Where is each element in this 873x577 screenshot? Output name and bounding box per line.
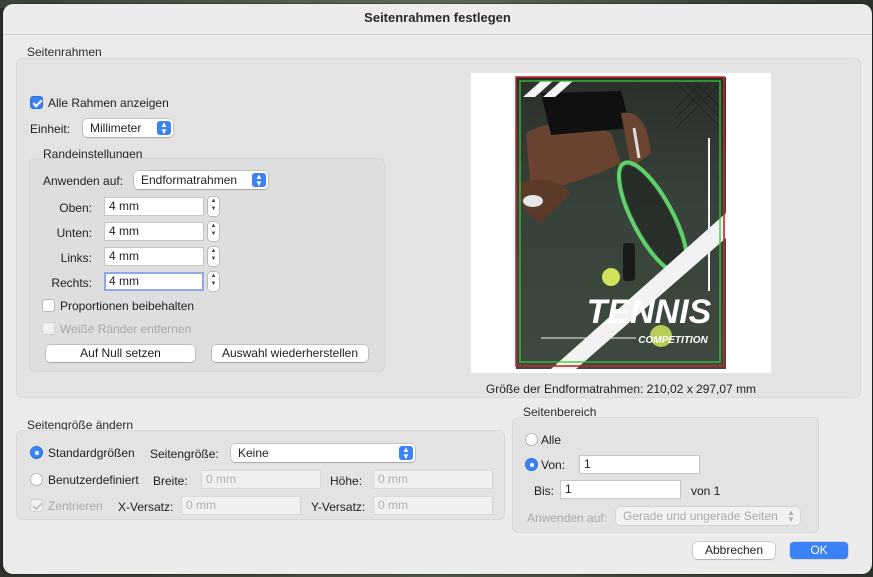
cancel-button[interactable]: Abbrechen <box>693 542 775 559</box>
ok-button[interactable]: OK <box>790 542 848 559</box>
show-all-frames-label[interactable]: Alle Rahmen anzeigen <box>48 96 169 110</box>
from-label[interactable]: Von: <box>541 458 565 472</box>
remove-white-margins-label: Weiße Ränder entfernen <box>60 322 192 336</box>
popup-arrows-icon: ▲ ▼ <box>787 508 795 524</box>
left-margin-label: Links: <box>60 251 92 265</box>
range-apply-label: Anwenden auf: <box>527 511 608 525</box>
width-label: Breite: <box>153 474 188 488</box>
dialog-window: Seitenrahmen festlegen Seitenrahmen Alle… <box>3 4 872 574</box>
left-margin-input[interactable]: 4 mm <box>104 247 204 266</box>
y-offset-input[interactable]: 0 mm <box>373 496 493 515</box>
left-margin-stepper[interactable]: ▲ ▼ <box>208 247 219 266</box>
popup-arrows-icon: ▲ ▼ <box>157 121 171 136</box>
height-input[interactable]: 0 mm <box>373 470 493 489</box>
range-apply-popup[interactable]: Gerade und ungerade Seiten ▲ ▼ <box>616 507 800 525</box>
height-label: Höhe: <box>330 474 363 488</box>
top-margin-input[interactable]: 4 mm <box>104 197 204 216</box>
poster-title-text: TENNIS <box>587 293 712 331</box>
restore-selection-button[interactable]: Auswahl wiederherstellen <box>212 345 368 362</box>
right-margin-stepper[interactable]: ▲ ▼ <box>208 272 219 291</box>
bottom-margin-input[interactable]: 4 mm <box>104 222 204 241</box>
popup-arrows-icon: ▲ ▼ <box>252 173 266 188</box>
unit-label: Einheit: <box>30 122 71 136</box>
top-margin-stepper[interactable]: ▲ ▼ <box>208 197 219 216</box>
to-label: Bis: <box>534 484 555 498</box>
page-preview: TENNIS COMPETITION <box>471 73 771 373</box>
poster-thumbnail: TENNIS COMPETITION <box>515 76 726 369</box>
width-input[interactable]: 0 mm <box>201 470 321 489</box>
apply-to-popup-value: Endformatrahmen <box>141 173 238 187</box>
x-offset-label: X-Versatz: <box>118 500 174 514</box>
popup-arrows-icon: ▲ ▼ <box>399 446 413 461</box>
keep-proportions-checkbox[interactable] <box>42 299 55 312</box>
seitenrahmen-group: Alle Rahmen anzeigen Einheit: Millimeter… <box>16 58 861 398</box>
unit-popup-value: Millimeter <box>90 121 142 135</box>
page-size-group: Standardgrößen Seitengröße: Keine ▲ ▼ Ben… <box>16 430 505 520</box>
page-size-popup-value: Keine <box>238 446 269 460</box>
standard-sizes-radio[interactable] <box>30 446 43 459</box>
apply-to-label: Anwenden auf: <box>43 174 124 188</box>
right-margin-input[interactable]: 4 mm <box>104 272 204 291</box>
range-apply-popup-value: Gerade und ungerade Seiten <box>623 509 778 523</box>
custom-size-radio[interactable] <box>30 473 43 486</box>
standard-sizes-label[interactable]: Standardgrößen <box>48 446 135 460</box>
page-size-popup[interactable]: Keine ▲ ▼ <box>231 444 415 462</box>
keep-proportions-label[interactable]: Proportionen beibehalten <box>60 299 194 313</box>
remove-white-margins-checkbox[interactable] <box>42 322 55 335</box>
top-margin-label: Oben: <box>59 201 92 215</box>
page-range-group: Alle Von: 1 Bis: 1 von 1 Anwenden auf: G… <box>512 417 819 533</box>
apply-to-popup[interactable]: Endformatrahmen ▲ ▼ <box>134 171 268 189</box>
reset-to-zero-button[interactable]: Auf Null setzen <box>46 345 195 362</box>
center-checkbox[interactable] <box>30 499 43 512</box>
bottom-margin-stepper[interactable]: ▲ ▼ <box>208 222 219 241</box>
center-label: Zentrieren <box>48 499 103 513</box>
x-offset-input[interactable]: 0 mm <box>181 496 301 515</box>
from-input[interactable]: 1 <box>579 455 700 474</box>
right-margin-label: Rechts: <box>51 276 92 290</box>
page-size-label: Seitengröße: <box>150 447 219 461</box>
bottom-margin-label: Unten: <box>56 226 92 240</box>
all-pages-radio[interactable] <box>525 433 538 446</box>
of-pages-text: von 1 <box>691 484 721 498</box>
all-pages-label[interactable]: Alle <box>541 433 561 447</box>
dialog-title: Seitenrahmen festlegen <box>364 10 511 25</box>
seitenrahmen-group-label: Seitenrahmen <box>27 45 102 59</box>
titlebar-divider <box>3 34 872 35</box>
y-offset-label: Y-Versatz: <box>311 500 366 514</box>
unit-popup[interactable]: Millimeter ▲ ▼ <box>83 119 173 137</box>
custom-size-label[interactable]: Benutzerdefiniert <box>48 473 139 487</box>
margins-group: Anwenden auf: Endformatrahmen ▲ ▼ Oben: 4… <box>29 158 385 372</box>
poster-subtitle-text: COMPETITION <box>638 335 708 346</box>
from-radio[interactable] <box>525 458 538 471</box>
to-input[interactable]: 1 <box>560 480 681 499</box>
trim-size-text: Größe der Endformatrahmen: 210,02 x 297,… <box>485 382 757 396</box>
show-all-frames-checkbox[interactable] <box>30 96 43 109</box>
